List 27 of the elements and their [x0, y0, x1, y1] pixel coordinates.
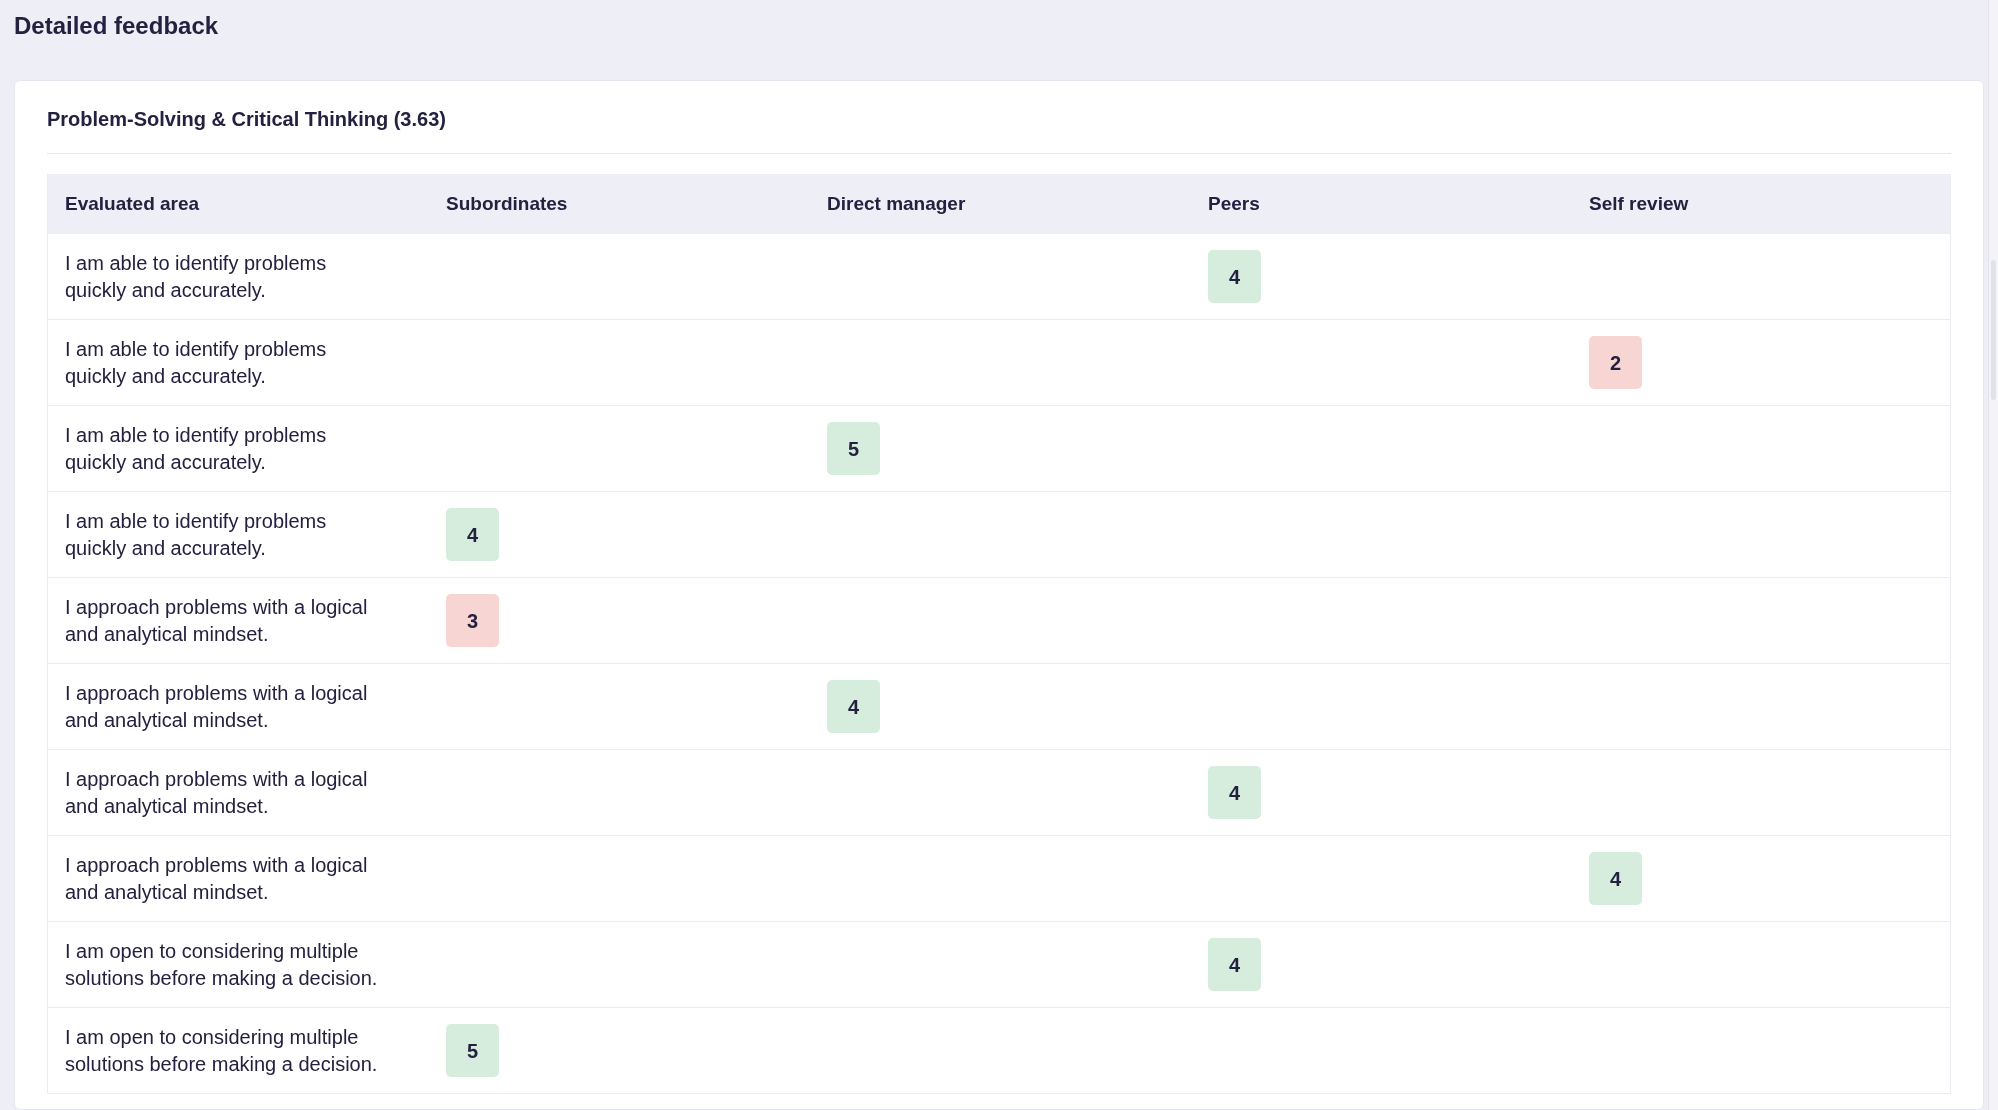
- score-badge: 3: [446, 594, 499, 647]
- evaluated-area-text: I am able to identify problems quickly and accurately.: [65, 508, 328, 561]
- score-badge: 4: [1208, 938, 1261, 991]
- column-header: Direct manager: [827, 192, 966, 214]
- section-title: Problem-Solving & Critical Thinking (3.63): [47, 107, 446, 132]
- score-badge: 5: [446, 1024, 499, 1077]
- evaluated-area-text: I am open to considering multiple solutions before making a decision.: [65, 938, 379, 991]
- score-badge: 4: [1208, 766, 1261, 819]
- evaluated-area-text: I approach problems with a logical and analytical mindset.: [65, 594, 369, 647]
- score-badge: 5: [827, 422, 880, 475]
- score-badge: 4: [446, 508, 499, 561]
- evaluated-area-text: I am able to identify problems quickly and accurately.: [65, 336, 328, 389]
- evaluated-area-text: I am open to considering multiple solutions before making a decision.: [65, 1024, 379, 1077]
- column-header: Evaluated area: [65, 192, 200, 214]
- page-title: Detailed feedback: [14, 11, 219, 41]
- column-header: Peers: [1208, 192, 1260, 214]
- evaluated-area-text: I approach problems with a logical and analytical mindset.: [65, 766, 369, 819]
- evaluated-area-text: I approach problems with a logical and analytical mindset.: [65, 680, 369, 733]
- score-badge: 4: [827, 680, 880, 733]
- evaluated-area-text: I am able to identify problems quickly and accurately.: [65, 250, 328, 303]
- column-header: Subordinates: [446, 192, 568, 214]
- score-badge: 2: [1589, 336, 1642, 389]
- score-badge: 4: [1589, 852, 1642, 905]
- evaluated-area-text: I am able to identify problems quickly and accurately.: [65, 422, 328, 475]
- evaluated-area-text: I approach problems with a logical and analytical mindset.: [65, 852, 369, 905]
- score-badge: 4: [1208, 250, 1261, 303]
- column-header: Self review: [1589, 192, 1689, 214]
